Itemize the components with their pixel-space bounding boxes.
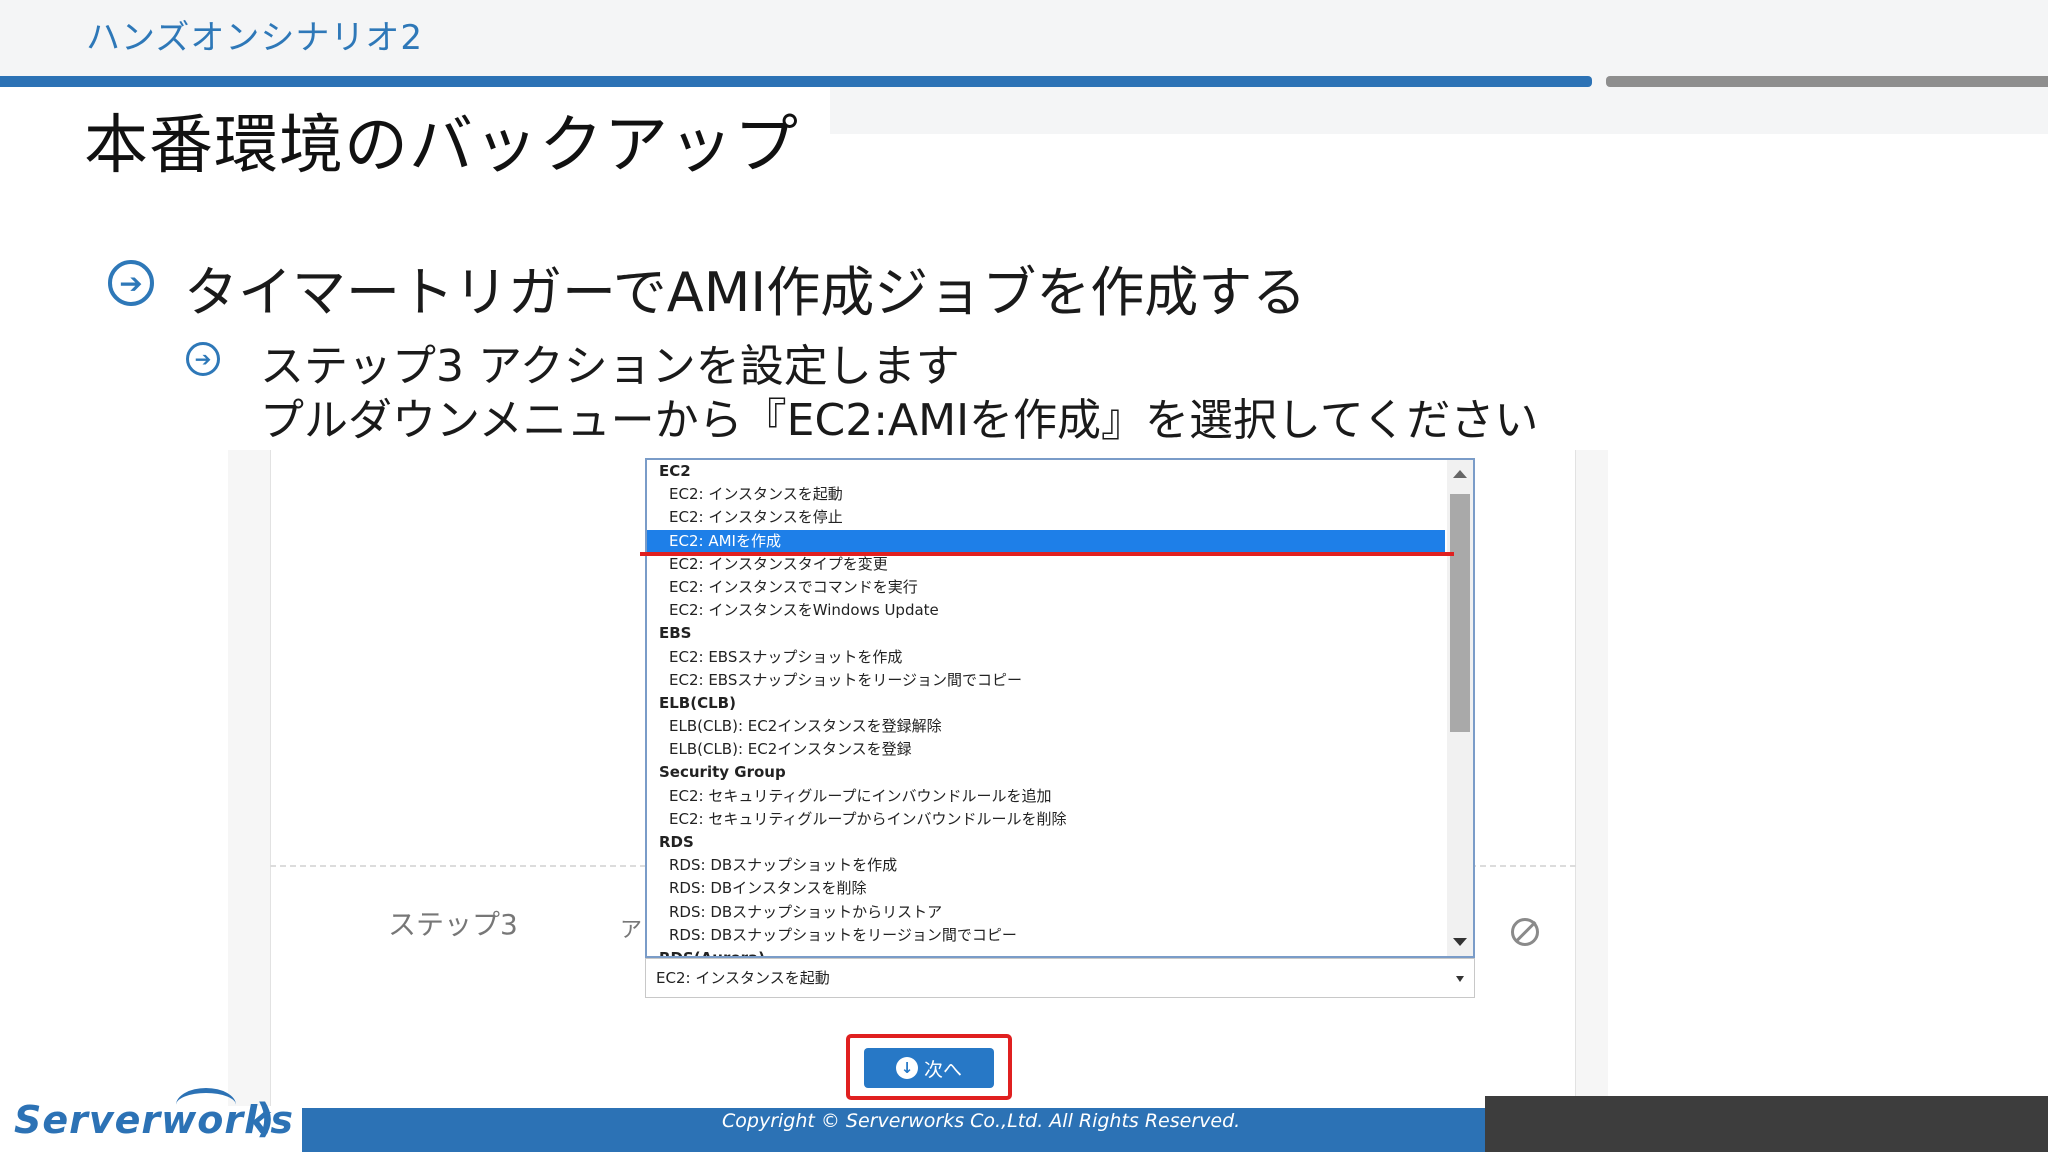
sub-bullet-line-2: プルダウンメニューから『EC2:AMIを作成』を選択してください <box>260 395 1539 446</box>
main-bullet-text: タイマートリガーでAMI作成ジョブを作成する <box>184 261 1307 324</box>
scrollbar-thumb[interactable] <box>1450 494 1470 732</box>
dropdown-option[interactable]: EC2: インスタンスをWindows Update <box>647 599 1473 622</box>
caret-down-icon <box>1456 976 1464 982</box>
arrow-down-circle-icon: ↓ <box>895 1057 918 1079</box>
arrow-circle-icon: ➔ <box>186 342 220 376</box>
next-button[interactable]: ↓ 次へ <box>864 1048 994 1088</box>
slide-title: 本番環境のバックアップ <box>84 109 799 183</box>
action-select-value: EC2: インスタンスを起動 <box>656 969 830 987</box>
dropdown-option[interactable]: EC2: EBSスナップショットを作成 <box>647 646 1473 669</box>
dropdown-group-header: RDS(Aurora) <box>659 948 766 958</box>
arrow-circle-icon: ➔ <box>108 260 154 306</box>
dropdown-group-header: RDS <box>659 833 694 851</box>
dropdown-option[interactable]: ELB(CLB): EC2インスタンスを登録解除 <box>647 715 1473 738</box>
header-rule-gray <box>1606 76 2048 87</box>
action-dropdown-list[interactable]: EC2 EC2: インスタンスを起動 EC2: インスタンスを停止 EC2: AMIを… <box>645 458 1475 958</box>
scroll-up-icon[interactable] <box>1453 470 1467 478</box>
dropdown-option[interactable]: RDS: DBインスタンスを削除 <box>647 877 1473 900</box>
serverworks-logo: Serverworks <box>14 1098 295 1142</box>
dropdown-group-header: Security Group <box>659 763 786 782</box>
copyright-text: Copyright © Serverworks Co.,Ltd. All Rig… <box>722 1110 1241 1132</box>
dropdown-option[interactable]: RDS: DBスナップショットからリストア <box>647 901 1473 924</box>
dropdown-option[interactable]: EC2: インスタンスタイプを変更 <box>647 553 1473 576</box>
dropdown-option[interactable]: EC2: インスタンスでコマンドを実行 <box>647 576 1473 599</box>
action-select[interactable]: EC2: インスタンスを起動 <box>645 958 1475 998</box>
footer-dark-block <box>1485 1096 2048 1152</box>
dropdown-option[interactable]: RDS: DBスナップショットをリージョン間でコピー <box>647 924 1473 947</box>
dropdown-option[interactable]: EC2: インスタンスを起動 <box>647 483 1473 506</box>
next-button-label: 次へ <box>923 1058 962 1081</box>
cancel-icon[interactable] <box>1511 918 1539 946</box>
dropdown-option[interactable]: EC2: セキュリティグループからインバウンドルールを削除 <box>647 808 1473 831</box>
logo-mark: ) <box>256 1096 275 1142</box>
scroll-down-icon[interactable] <box>1453 938 1467 946</box>
scrollbar[interactable] <box>1447 460 1473 956</box>
dropdown-group-header: EBS <box>659 624 692 643</box>
dropdown-option[interactable]: EC2: インスタンスを停止 <box>647 506 1473 529</box>
dropdown-option[interactable]: RDS: DBスナップショットを作成 <box>647 854 1473 877</box>
embedded-screenshot: ステップ3 ア EC2 EC2: インスタンスを起動 EC2: インスタンスを停止 E… <box>228 450 1608 1106</box>
dropdown-option[interactable]: EC2: AMIを作成 <box>647 529 1445 553</box>
dropdown-group-header: EC2 <box>659 462 691 480</box>
next-button-highlight: ↓ 次へ <box>846 1034 1012 1100</box>
section-label: ハンズオンシナリオ2 <box>86 18 423 58</box>
dropdown-options: EC2 EC2: インスタンスを起動 EC2: インスタンスを停止 EC2: AMIを… <box>647 460 1473 958</box>
header-rule-blue <box>0 76 1592 87</box>
step-label: ステップ3 <box>388 908 518 941</box>
dropdown-option[interactable]: EC2: EBSスナップショットをリージョン間でコピー <box>647 669 1473 692</box>
dropdown-option[interactable]: EC2: セキュリティグループにインバウンドルールを追加 <box>647 785 1473 808</box>
dropdown-option[interactable]: ELB(CLB): EC2インスタンスを登録 <box>647 738 1473 761</box>
highlight-underline <box>640 552 1454 556</box>
dropdown-group-header: ELB(CLB) <box>659 693 736 712</box>
action-label: ア <box>620 918 643 943</box>
